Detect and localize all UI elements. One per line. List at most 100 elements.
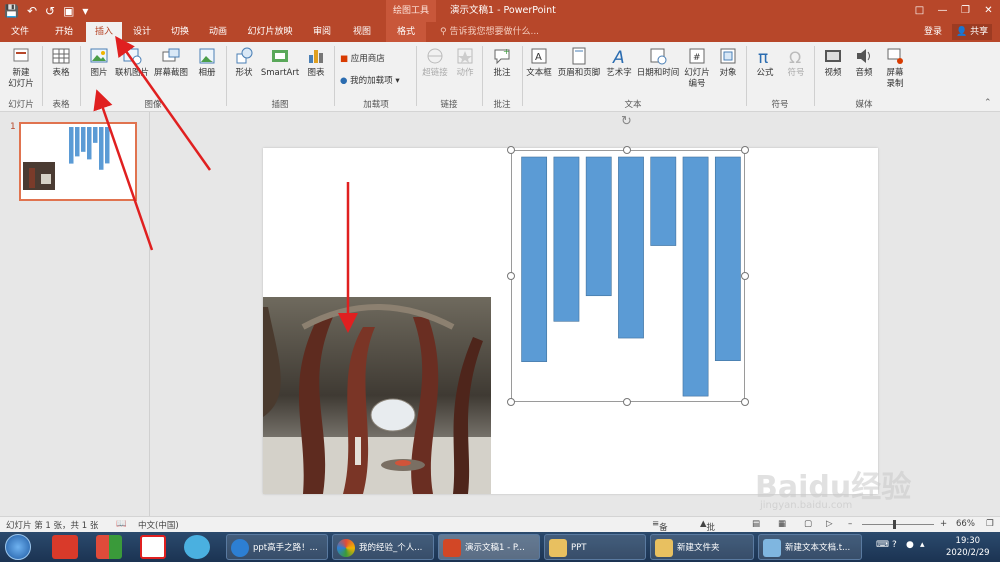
resize-handle-right[interactable] xyxy=(741,272,749,280)
zoom-in-icon[interactable]: + xyxy=(940,519,947,529)
picture-button[interactable]: 图片 xyxy=(84,46,114,79)
slide-number-button[interactable]: # 幻灯片 编号 xyxy=(682,46,712,90)
action-button[interactable]: 动作 xyxy=(452,46,478,79)
spellcheck-icon[interactable]: 📖 xyxy=(116,519,127,529)
tab-transitions[interactable]: 切换 xyxy=(164,22,196,42)
taskbar-item-notepad[interactable]: 新建文本文档.t... xyxy=(758,534,862,560)
chart-icon xyxy=(309,50,323,63)
taskbar-item-sogou[interactable]: ppt高手之路！... xyxy=(226,534,328,560)
wps-icon[interactable] xyxy=(140,535,166,559)
language-status[interactable]: 中文(中国) xyxy=(138,519,179,531)
object-button[interactable]: 对象 xyxy=(714,46,742,79)
taskbar-item-new-folder[interactable]: 新建文件夹 xyxy=(650,534,754,560)
tab-format[interactable]: 格式 xyxy=(386,22,426,42)
zoom-level[interactable]: 66% xyxy=(956,519,975,529)
new-slide-button[interactable]: 新建 幻灯片 xyxy=(4,46,38,90)
taskbar-label: 新建文件夹 xyxy=(677,543,720,553)
app-grid-icon[interactable] xyxy=(96,535,122,559)
quick-access-toolbar: 💾 ↶ ↺ ▣ ▾ xyxy=(4,2,88,20)
video-button[interactable]: 视频 xyxy=(818,46,848,79)
group-text-label: 文本 xyxy=(624,100,642,110)
restore-icon[interactable]: ❐ xyxy=(954,0,977,22)
taskbar-item-powerpoint[interactable]: 演示文稿1 - P... xyxy=(438,534,540,560)
ribbon-display-icon[interactable]: □ xyxy=(908,0,931,22)
inserted-picture[interactable] xyxy=(263,297,491,494)
customize-qat-icon[interactable]: ▾ xyxy=(82,2,88,20)
tab-view[interactable]: 视图 xyxy=(346,22,378,42)
collapse-ribbon-icon[interactable]: ⌃ xyxy=(984,98,992,108)
youdao-icon[interactable] xyxy=(52,535,78,559)
equation-button[interactable]: π 公式 xyxy=(750,46,780,79)
tab-file[interactable]: 文件 xyxy=(4,22,36,42)
resize-handle-bottom-right[interactable] xyxy=(741,398,749,406)
resize-handle-top-left[interactable] xyxy=(507,146,515,154)
my-addins-button[interactable]: ● 我的加载项 ▾ xyxy=(340,74,400,86)
taskbar-item-browser[interactable]: 我的经验_个人... xyxy=(332,534,434,560)
tray-help-icon[interactable]: ? xyxy=(892,540,904,552)
online-picture-button[interactable]: 联机图片 xyxy=(114,46,150,79)
slideshow-icon[interactable]: ▷ xyxy=(826,519,833,529)
share-button[interactable]: 👤 共享 xyxy=(952,24,993,40)
wordart-button[interactable]: A 艺术字 xyxy=(604,46,634,79)
present-icon[interactable]: ▣ xyxy=(63,2,74,20)
chart-button[interactable]: 图表 xyxy=(302,46,330,79)
resize-handle-top[interactable] xyxy=(623,146,631,154)
fit-slide-icon[interactable]: ❐ xyxy=(986,519,994,529)
tray-keyboard-icon[interactable]: ⌨ xyxy=(876,540,889,552)
taskbar-item-ppt-folder[interactable]: PPT xyxy=(544,534,646,560)
taskbar-clock[interactable]: 19:30 2020/2/29 xyxy=(946,535,990,559)
rotate-handle-icon[interactable]: ↻ xyxy=(621,114,632,129)
tab-insert[interactable]: 插入 xyxy=(86,22,122,42)
datetime-button[interactable]: 日期和时间 xyxy=(636,46,680,79)
close-icon[interactable]: ✕ xyxy=(977,0,1000,22)
slide-canvas[interactable] xyxy=(263,146,878,494)
hyperlink-icon xyxy=(427,48,443,64)
tray-network-icon[interactable]: ● xyxy=(906,540,918,552)
store-label: 应用商店 xyxy=(350,54,385,64)
header-footer-button[interactable]: 页眉和页脚 xyxy=(556,46,602,79)
group-symbols-label: 符号 xyxy=(771,100,789,110)
tab-animations[interactable]: 动画 xyxy=(202,22,234,42)
tab-home[interactable]: 开始 xyxy=(46,22,82,42)
hyperlink-button[interactable]: 超链接 xyxy=(420,46,450,79)
chart-selection-frame[interactable] xyxy=(511,150,745,402)
tab-review[interactable]: 审阅 xyxy=(306,22,338,42)
flower-app-icon[interactable] xyxy=(184,535,210,559)
screenshot-button[interactable]: 屏幕截图 xyxy=(152,46,190,79)
audio-button[interactable]: 音频 xyxy=(850,46,878,79)
normal-view-icon[interactable]: ▤ xyxy=(752,519,760,529)
smartart-button[interactable]: SmartArt xyxy=(260,46,300,79)
slide-sorter-icon[interactable]: ▦ xyxy=(778,519,786,529)
comments-button[interactable]: ▲ 批注 xyxy=(700,519,715,545)
album-button[interactable]: 相册 xyxy=(192,46,222,79)
table-button[interactable]: 表格 xyxy=(46,46,76,79)
tab-design[interactable]: 设计 xyxy=(126,22,158,42)
tab-slideshow[interactable]: 幻灯片放映 xyxy=(240,22,300,42)
minimize-icon[interactable]: — xyxy=(931,0,954,22)
login-link[interactable]: 登录 xyxy=(924,22,942,42)
resize-handle-bottom[interactable] xyxy=(623,398,631,406)
comment-button[interactable]: + 批注 xyxy=(486,46,518,79)
tray-arrow-icon[interactable]: ▴ xyxy=(920,540,932,552)
slide-thumbnail[interactable] xyxy=(19,122,137,201)
redo-icon[interactable]: ↺ xyxy=(45,2,55,20)
zoom-slider-thumb[interactable] xyxy=(893,520,896,529)
resize-handle-bottom-left[interactable] xyxy=(507,398,515,406)
object-icon xyxy=(720,48,736,64)
undo-icon[interactable]: ↶ xyxy=(27,2,37,20)
zoom-out-icon[interactable]: – xyxy=(848,519,852,529)
folder-icon xyxy=(549,539,567,557)
reading-view-icon[interactable]: ▢ xyxy=(804,519,812,529)
notes-button[interactable]: ≡ 备注 xyxy=(652,519,668,545)
screen-record-button[interactable]: 屏幕 录制 xyxy=(880,46,910,90)
zoom-slider[interactable] xyxy=(862,524,934,525)
tell-me-search[interactable]: ⚲ 告诉我您想要做什么... xyxy=(440,22,539,42)
store-button[interactable]: ■ 应用商店 xyxy=(340,52,385,64)
shapes-button[interactable]: 形状 xyxy=(230,46,258,79)
symbol-button[interactable]: Ω 符号 xyxy=(782,46,810,79)
save-icon[interactable]: 💾 xyxy=(4,2,19,20)
resize-handle-left[interactable] xyxy=(507,272,515,280)
start-button[interactable] xyxy=(5,534,31,560)
textbox-button[interactable]: A 文本框 xyxy=(524,46,554,79)
resize-handle-top-right[interactable] xyxy=(741,146,749,154)
